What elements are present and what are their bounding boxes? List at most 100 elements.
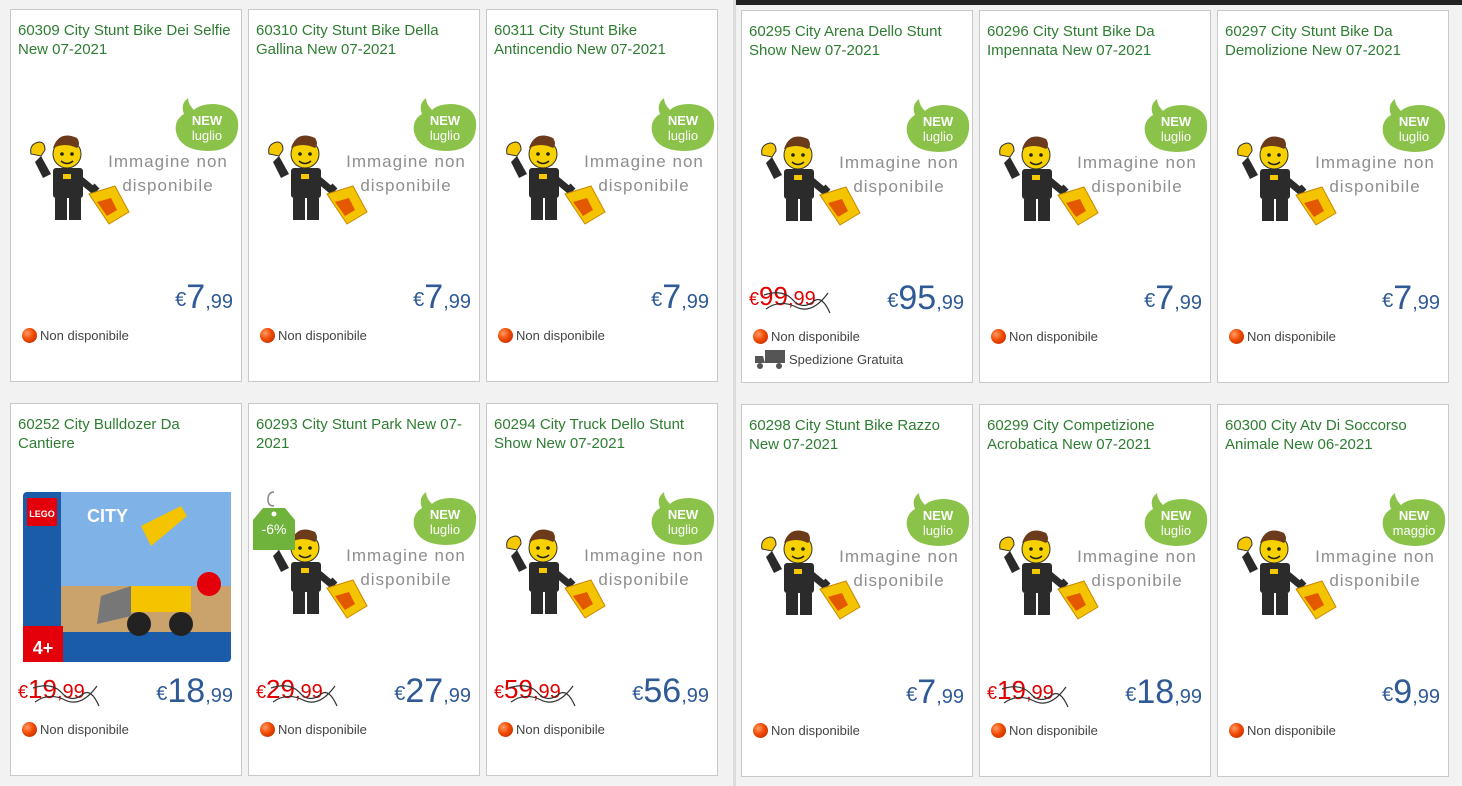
badge-line-1: NEW (922, 114, 954, 129)
price-currency: € (1382, 684, 1394, 706)
price-int: 18 (1136, 673, 1175, 711)
badge-line-2: luglio (667, 128, 699, 143)
unavailable-dot-icon (260, 722, 275, 737)
product-card[interactable]: 60296 City Stunt Bike Da Impennata New 0… (979, 10, 1211, 383)
product-box-image[interactable]: LEGO CITY 4+ (21, 486, 233, 666)
badge-line-2: luglio (191, 128, 223, 143)
price-int: 7 (1393, 279, 1413, 317)
price-int: 7 (662, 278, 682, 316)
product-title-link[interactable]: 60295 City Arena Dello Stunt Show New 07… (749, 22, 964, 60)
unavailable-dot-icon (260, 328, 275, 343)
availability-text: Non disponibile (771, 723, 860, 738)
product-price: €7,99 (413, 278, 471, 317)
product-title-link[interactable]: 60252 City Bulldozer Da Cantiere (18, 415, 233, 453)
price-currency: € (413, 289, 425, 311)
price-cents: ,99 (205, 291, 233, 313)
unavailable-dot-icon (498, 328, 513, 343)
product-grid-left: 60309 City Stunt Bike Dei Selfie New 07-… (10, 9, 718, 776)
product-title-link[interactable]: 60309 City Stunt Bike Dei Selfie New 07-… (18, 21, 233, 59)
price-currency: € (1144, 290, 1156, 312)
product-card[interactable]: 60293 City Stunt Park New 07-2021 Immagi… (248, 403, 480, 776)
availability-status: Non disponibile (260, 328, 367, 343)
product-card[interactable]: 60300 City Atv Di Soccorso Animale New 0… (1217, 404, 1449, 777)
availability-text: Non disponibile (1009, 723, 1098, 738)
availability-text: Non disponibile (40, 722, 129, 737)
product-title-link[interactable]: 60310 City Stunt Bike Della Gallina New … (256, 21, 471, 59)
product-price: €7,99 (651, 278, 709, 317)
product-card[interactable]: 60295 City Arena Dello Stunt Show New 07… (741, 10, 973, 383)
product-title-link[interactable]: 60299 City Competizione Acrobatica New 0… (987, 416, 1202, 454)
badge-line-1: NEW (429, 507, 461, 522)
price-int: 95 (898, 279, 937, 317)
availability-text: Non disponibile (516, 328, 605, 343)
product-title-link[interactable]: 60294 City Truck Dello Stunt Show New 07… (494, 415, 709, 453)
placeholder-text: Immagine non disponibile (584, 546, 704, 589)
badge-line-1: NEW (1398, 508, 1430, 523)
price-cents: ,99 (1174, 686, 1202, 708)
badge-line-2: luglio (429, 128, 461, 143)
product-title-link[interactable]: 60293 City Stunt Park New 07-2021 (256, 415, 471, 453)
availability-status: Non disponibile (991, 723, 1098, 738)
shipping-text: Spedizione Gratuita (789, 351, 904, 367)
product-title-link[interactable]: 60297 City Stunt Bike Da Demolizione New… (1225, 22, 1440, 60)
placeholder-text: Immagine non disponibile (839, 547, 959, 590)
price-currency: € (651, 289, 663, 311)
new-badge-text: NEW luglio (905, 114, 971, 144)
price-cents: ,99 (1412, 292, 1440, 314)
price-int: 27 (405, 672, 444, 710)
unavailable-dot-icon (1229, 329, 1244, 344)
availability-status: Non disponibile (1229, 723, 1336, 738)
badge-line-2: luglio (922, 523, 954, 538)
availability-text: Non disponibile (1247, 723, 1336, 738)
new-badge-text: NEW luglio (650, 113, 716, 143)
product-card[interactable]: 60298 City Stunt Bike Razzo New 07-2021 (741, 404, 973, 777)
placeholder-text: Immagine non disponibile (346, 152, 466, 195)
delivery-truck-icon (755, 350, 785, 369)
product-card[interactable]: 60297 City Stunt Bike Da Demolizione New… (1217, 10, 1449, 383)
product-price: €18,99 (156, 672, 233, 711)
price-currency: € (906, 684, 918, 706)
availability-status: Non disponibile (22, 722, 129, 737)
price-cents: ,99 (443, 685, 471, 707)
availability-status: Non disponibile (22, 328, 129, 343)
placeholder-text: Immagine non disponibile (1077, 153, 1197, 196)
price-currency: € (887, 290, 899, 312)
product-price: €27,99 (394, 672, 471, 711)
price-int: 7 (186, 278, 206, 316)
new-badge-text: NEW luglio (650, 507, 716, 537)
product-title-link[interactable]: 60311 City Stunt Bike Antincendio New 07… (494, 21, 709, 59)
product-card[interactable]: 60311 City Stunt Bike Antincendio New 07… (486, 9, 718, 382)
strikethrough-scribble-icon (32, 685, 100, 707)
price-currency: € (632, 683, 644, 705)
product-price: €7,99 (1382, 279, 1440, 318)
strikethrough-scribble-icon (508, 685, 576, 707)
unavailable-dot-icon (753, 329, 768, 344)
availability-status: Non disponibile (260, 722, 367, 737)
price-int: 9 (1393, 673, 1413, 711)
badge-line-2: luglio (667, 522, 699, 537)
product-price: €95,99 (887, 279, 964, 318)
product-card[interactable]: 60252 City Bulldozer Da Cantiere LEGO CIT… (10, 403, 242, 776)
product-card[interactable]: 60309 City Stunt Bike Dei Selfie New 07-… (10, 9, 242, 382)
new-badge-text: NEW luglio (905, 508, 971, 538)
product-card[interactable]: 60299 City Competizione Acrobatica New 0… (979, 404, 1211, 777)
availability-text: Non disponibile (1009, 329, 1098, 344)
availability-text: Non disponibile (1247, 329, 1336, 344)
product-title-link[interactable]: 60298 City Stunt Bike Razzo New 07-2021 (749, 416, 964, 454)
badge-line-1: NEW (667, 507, 699, 522)
product-card[interactable]: 60294 City Truck Dello Stunt Show New 07… (486, 403, 718, 776)
price-cents: ,99 (443, 291, 471, 313)
unavailable-dot-icon (1229, 723, 1244, 738)
product-price: €56,99 (632, 672, 709, 711)
price-cents: ,99 (936, 292, 964, 314)
strikethrough-scribble-icon (763, 292, 831, 314)
price-int: 7 (1155, 279, 1175, 317)
product-card[interactable]: 60310 City Stunt Bike Della Gallina New … (248, 9, 480, 382)
product-grid-right: 60295 City Arena Dello Stunt Show New 07… (741, 10, 1449, 777)
product-title-link[interactable]: 60300 City Atv Di Soccorso Animale New 0… (1225, 416, 1440, 454)
product-title-link[interactable]: 60296 City Stunt Bike Da Impennata New 0… (987, 22, 1202, 60)
product-price: €7,99 (906, 673, 964, 712)
top-dark-bar (736, 0, 1462, 5)
old-price-currency: € (749, 289, 760, 309)
badge-line-2: luglio (1160, 129, 1192, 144)
